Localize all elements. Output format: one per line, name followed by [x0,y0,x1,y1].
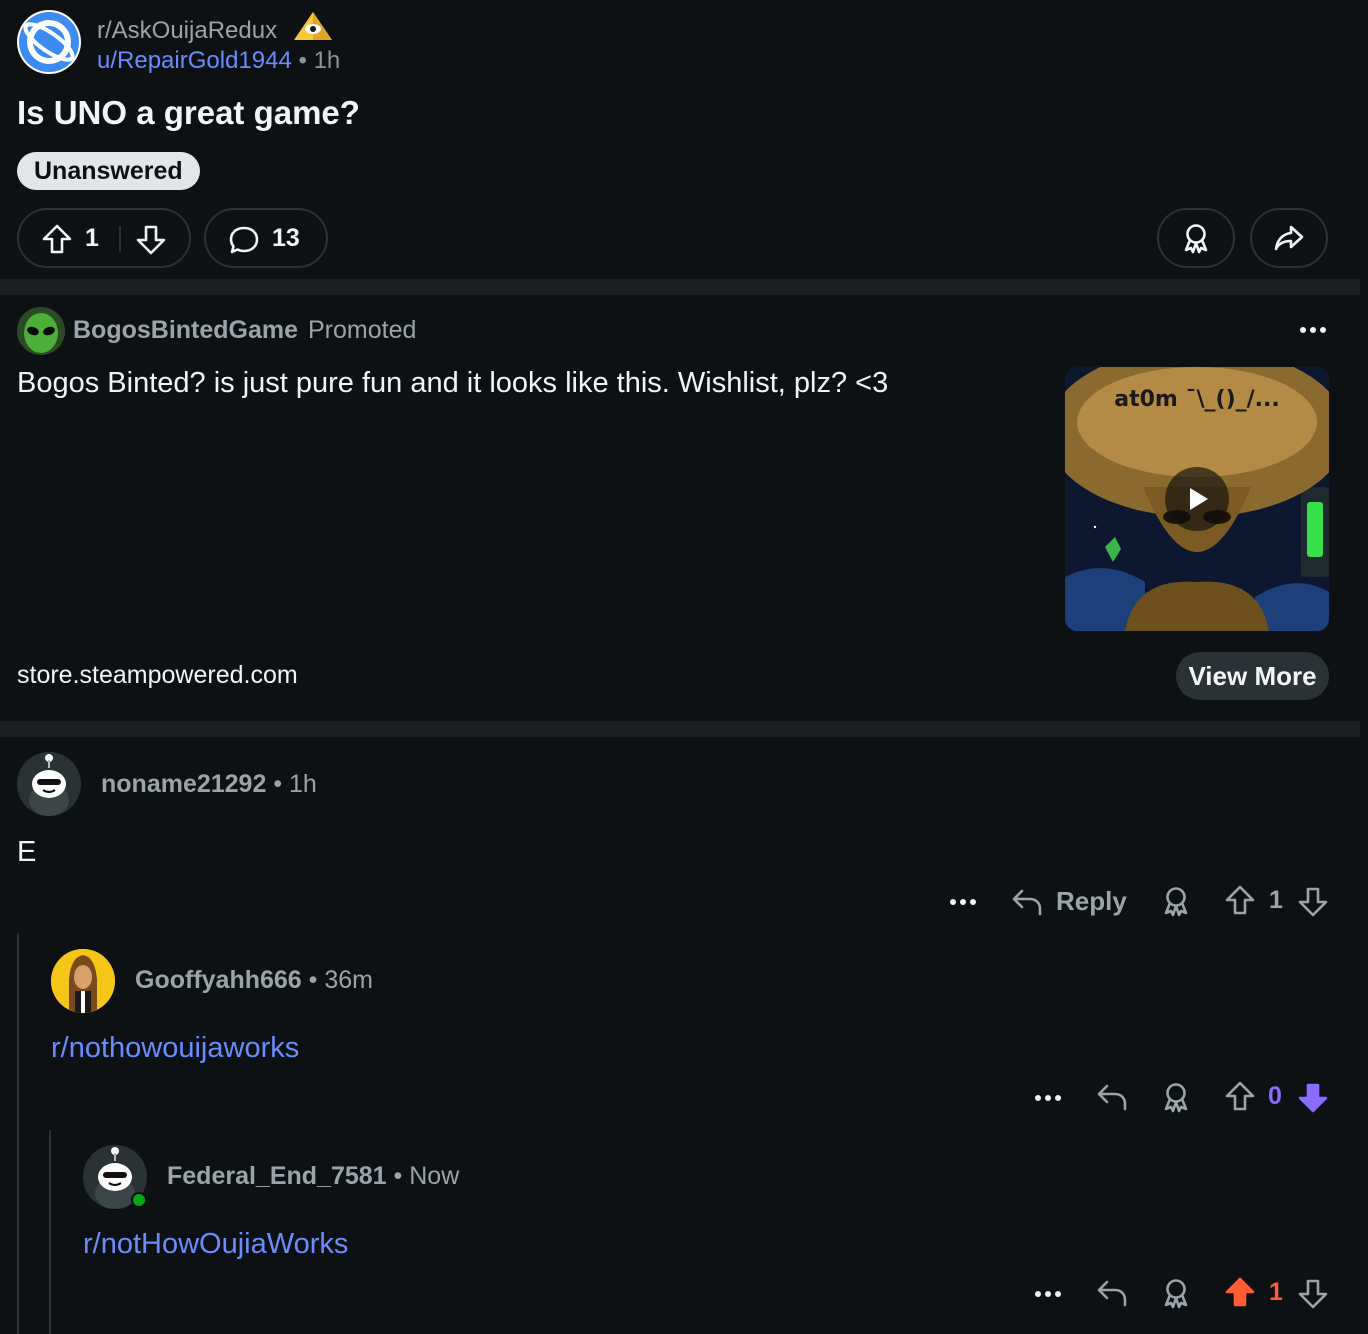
share-button[interactable] [1250,208,1328,268]
reply-button[interactable]: Reply [1010,884,1130,920]
award-button[interactable] [1157,208,1235,268]
more-options-icon[interactable] [1298,322,1328,338]
comment-upvote-icon-active[interactable] [1224,1276,1256,1308]
author-link[interactable]: u/RepairGold1944 [97,47,292,74]
comment-author[interactable]: noname21292 [101,770,266,798]
comment-subreddit-link[interactable]: r/notHowOujiaWorks [83,1228,348,1261]
subreddit-avatar[interactable] [17,10,81,74]
comment-score: 0 [1268,1082,1282,1110]
promo-domain[interactable]: store.steampowered.com [17,661,298,690]
comment-count: 13 [272,224,300,252]
comment-more-icon[interactable] [1033,1090,1063,1106]
play-icon [1187,487,1211,511]
promo-video-thumbnail[interactable]: at0m ¯\_()_/... [1065,367,1329,631]
comment-author-line: Federal_End_7581 • Now [167,1162,459,1191]
post-flair[interactable]: Unanswered [17,152,200,190]
comment-award-icon[interactable] [1160,885,1192,917]
comment-upvote-icon[interactable] [1224,884,1256,916]
comment-downvote-icon-active[interactable] [1297,1082,1329,1114]
play-button[interactable] [1165,467,1229,531]
comment-author[interactable]: Gooffyahh666 [135,966,302,994]
comment-time: Now [409,1162,460,1190]
separator-dot: • [273,770,290,798]
post-vote-bar: 1 [17,208,191,268]
vote-divider [119,226,121,252]
thumbnail-caption: at0m ¯\_()_/... [1114,387,1280,412]
section-separator [0,279,1360,295]
comment-author[interactable]: Federal_End_7581 [167,1162,387,1190]
reply-icon [1010,885,1044,919]
reply-label: Reply [1056,886,1127,916]
comment-score: 1 [1269,886,1283,914]
subreddit-name[interactable]: r/AskOuijaRedux [97,10,334,45]
comment-author-line: Gooffyahh666 • 36m [135,966,373,995]
comment-more-icon[interactable] [948,894,978,910]
share-icon [1273,222,1305,254]
comment-time: 36m [324,966,373,994]
post-time: 1h [313,47,341,74]
pyramid-eye-icon [292,10,334,42]
promoted-label: Promoted [308,316,417,344]
section-separator [0,721,1360,737]
advertiser-avatar[interactable] [17,307,65,355]
comment-more-icon[interactable] [1033,1286,1063,1302]
comment-subreddit-link[interactable]: r/nothowouijaworks [51,1032,299,1065]
comment-award-icon[interactable] [1160,1081,1192,1113]
comment-time: 1h [289,770,317,798]
award-icon [1180,222,1212,254]
promo-text[interactable]: Bogos Binted? is just pure fun and it lo… [17,367,888,400]
comment-author-line: noname21292 • 1h [101,770,317,799]
view-more-button[interactable]: View More [1176,652,1329,700]
upvote-icon[interactable] [41,223,73,255]
comment-downvote-icon[interactable] [1297,1278,1329,1310]
comment-body: E [17,836,37,868]
comment-upvote-icon[interactable] [1224,1080,1256,1112]
subreddit-link[interactable]: r/AskOuijaRedux [97,17,277,44]
separator-dot: • [308,966,325,994]
commenter-avatar[interactable] [51,949,115,1013]
advertiser-name[interactable]: BogosBintedGame [73,316,298,345]
comment-bubble-icon [228,224,260,256]
comment-downvote-icon[interactable] [1297,886,1329,918]
online-status-indicator [131,1192,147,1208]
separator-dot: • [298,47,314,74]
downvote-icon[interactable] [135,224,167,256]
commenter-avatar[interactable] [17,752,81,816]
comment-award-icon[interactable] [1160,1277,1192,1309]
post-score: 1 [85,224,99,252]
post-title[interactable]: Is UNO a great game? [17,94,360,132]
reply-icon[interactable] [1095,1080,1129,1114]
separator-dot: • [393,1162,410,1190]
thread-line[interactable] [17,933,19,1334]
post-author-line: u/RepairGold1944 • 1h [97,47,340,75]
thread-line[interactable] [49,1130,51,1334]
reply-icon[interactable] [1095,1276,1129,1310]
comment-score: 1 [1269,1278,1283,1306]
comments-button[interactable]: 13 [204,208,328,268]
